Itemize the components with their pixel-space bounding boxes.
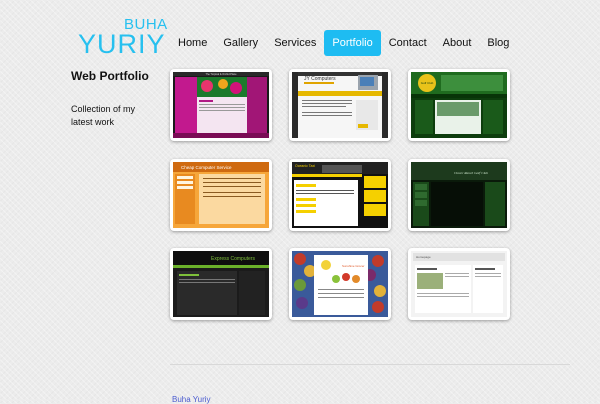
portfolio-thumb-oceanic-taxi[interactable]: Oceanic Taxi [289, 159, 391, 231]
thumb-header-text: JY Computers [304, 76, 336, 82]
page-title: Web Portfolio [71, 69, 149, 83]
page-description: Collection of my latest work [71, 104, 136, 127]
thumb-header-text: Express Computers [211, 256, 255, 262]
website-screenshot: JY Computers [292, 72, 388, 138]
portfolio-thumb-homepage[interactable]: Homepage [408, 248, 510, 320]
portfolio-thumb-cheap-computer-service[interactable]: Cheap Computer Service [170, 159, 272, 231]
site-logo[interactable]: BUHA YURIY [78, 14, 168, 60]
thumb-header-text: Oceanic Taxi [295, 164, 315, 168]
portfolio-thumb-golf-club[interactable]: Golf Club [408, 69, 510, 141]
website-screenshot: Oceanic Taxi [292, 162, 388, 228]
website-screenshot: Sunshine Grocer [292, 251, 388, 317]
main-nav: Home Gallery Services Portfolio Contact … [170, 30, 517, 56]
thumb-header-text: Clover Ranch Golf Club [454, 171, 488, 175]
website-screenshot: Clover Ranch Golf Club [411, 162, 507, 228]
portfolio-thumb-jy-computers[interactable]: JY Computers [289, 69, 391, 141]
nav-blog[interactable]: Blog [479, 30, 517, 56]
website-screenshot: Homepage [411, 251, 507, 317]
portfolio-thumb-clover-ranch[interactable]: Clover Ranch Golf Club [408, 159, 510, 231]
logo-last-name: YURIY [78, 29, 166, 59]
thumb-header-text: Cheap Computer Service [181, 165, 232, 170]
portfolio-thumb-sunshine-grocer[interactable]: Sunshine Grocer [289, 248, 391, 320]
portfolio-thumb-tropical[interactable]: The Tropical & Orchid Place [170, 69, 272, 141]
thumb-header-text: Sunshine Grocer [342, 264, 365, 268]
website-screenshot: The Tropical & Orchid Place [173, 72, 269, 138]
portfolio-thumb-express-computers[interactable]: Express Computers [170, 248, 272, 320]
footer-divider [170, 364, 570, 365]
website-screenshot: Cheap Computer Service [173, 162, 269, 228]
nav-contact[interactable]: Contact [381, 30, 435, 56]
nav-home[interactable]: Home [170, 30, 215, 56]
nav-about[interactable]: About [435, 30, 480, 56]
nav-services[interactable]: Services [266, 30, 324, 56]
thumb-header-text: Golf Club [421, 81, 434, 85]
website-screenshot: Golf Club [411, 72, 507, 138]
thumb-header-text: Homepage [416, 255, 431, 259]
nav-gallery[interactable]: Gallery [215, 30, 266, 56]
thumb-header-text: The Tropical & Orchid Place [205, 73, 237, 76]
website-screenshot: Express Computers [173, 251, 269, 317]
nav-portfolio[interactable]: Portfolio [324, 30, 381, 56]
